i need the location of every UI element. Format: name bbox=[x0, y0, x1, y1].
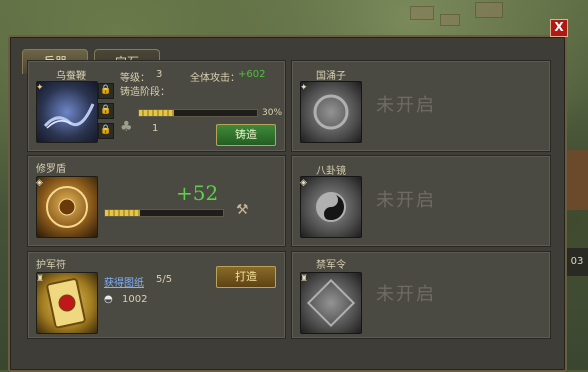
side-counter: 03 bbox=[566, 248, 588, 276]
forge-progress-text: 30% bbox=[262, 108, 283, 118]
level-value: 3 bbox=[156, 69, 163, 80]
forge-progress-bar bbox=[138, 109, 258, 117]
forge-progress-fill bbox=[139, 110, 175, 116]
weapon-card-3: 护军符 ♜ 获得图纸 5/5 ◓ 1002 打造 bbox=[27, 251, 286, 339]
attack-bonus: +52 bbox=[176, 181, 219, 205]
building-decoration bbox=[475, 2, 503, 18]
grade-icon: ✦ bbox=[300, 83, 308, 93]
locked-status: 未开启 bbox=[376, 95, 436, 116]
forge-button[interactable]: 铸造 bbox=[216, 124, 276, 146]
weapon-name: 护军符 bbox=[36, 260, 66, 271]
lock-icon[interactable]: 🔒 bbox=[98, 123, 114, 139]
locked-card-3: 禁军令 ♜ 未开启 bbox=[291, 251, 551, 339]
craft-button[interactable]: 打造 bbox=[216, 266, 276, 288]
attack-label: 全体攻击： bbox=[190, 73, 240, 84]
weapon-name: 修罗盾 bbox=[36, 164, 66, 175]
lock-icon[interactable]: 🔒 bbox=[98, 83, 114, 99]
grade-icon: ◈ bbox=[36, 178, 43, 188]
locked-card-1: 国涌子 ✦ 未开启 bbox=[291, 60, 551, 152]
hammer-icon[interactable]: ⚒ bbox=[236, 202, 249, 218]
item-name: 国涌子 bbox=[316, 71, 346, 82]
silver-amount: 1002 bbox=[122, 294, 148, 305]
locked-status: 未开启 bbox=[376, 284, 436, 305]
material-icon: ♣ bbox=[120, 119, 133, 135]
locked-status: 未开启 bbox=[376, 190, 436, 211]
attack-value: +602 bbox=[238, 69, 266, 80]
weapon-card-1: 乌蚕鞭 ✦ 🔒 🔒 🔒 等级： 3 全体攻击： +602 铸造阶段： 30% ♣… bbox=[27, 60, 286, 152]
grade-icon: ◈ bbox=[300, 178, 307, 188]
material-count: 1 bbox=[152, 123, 159, 134]
side-decoration bbox=[566, 150, 588, 210]
lock-icon[interactable]: 🔒 bbox=[98, 103, 114, 119]
building-decoration bbox=[440, 14, 460, 26]
close-button[interactable]: X bbox=[550, 19, 568, 37]
weapon-card-2: 修罗盾 ◈ +52 ⚒ bbox=[27, 155, 286, 247]
level-label: 等级： bbox=[120, 73, 150, 84]
grade-icon: ♜ bbox=[36, 274, 45, 284]
silver-icon: ◓ bbox=[104, 294, 113, 305]
building-decoration bbox=[410, 6, 434, 20]
blueprint-count: 5/5 bbox=[156, 274, 173, 285]
forge-progress-bar bbox=[104, 209, 224, 217]
forge-stage-label: 铸造阶段： bbox=[120, 87, 170, 98]
weapon-name: 乌蚕鞭 bbox=[56, 71, 86, 82]
blueprint-link[interactable]: 获得图纸 bbox=[104, 274, 144, 289]
grade-icon: ♜ bbox=[300, 274, 309, 284]
item-name: 八卦镜 bbox=[316, 166, 346, 177]
locked-card-2: 八卦镜 ◈ 未开启 bbox=[291, 155, 551, 247]
item-name: 禁军令 bbox=[316, 260, 346, 271]
grade-icon: ✦ bbox=[36, 83, 44, 93]
forge-progress-fill bbox=[105, 210, 141, 216]
